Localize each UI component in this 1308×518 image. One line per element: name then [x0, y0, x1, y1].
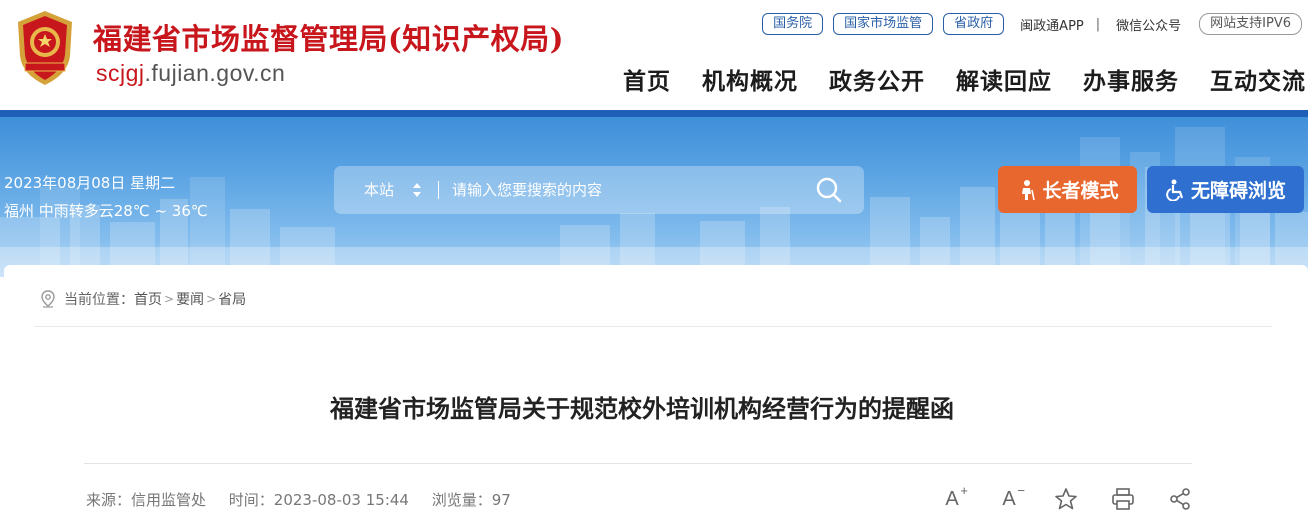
location-pin-icon — [41, 290, 55, 308]
date-weather: 2023年08月08日 星期二 福州 中雨转多云28℃ ~ 36℃ — [4, 169, 208, 225]
ipv6-badge: 网站支持IPV6 — [1199, 13, 1302, 35]
nav-interpretation[interactable]: 解读回应 — [956, 62, 1052, 96]
search-icon[interactable] — [814, 175, 844, 205]
domain-prefix: scjgj — [96, 60, 145, 86]
weather-info: 福州 中雨转多云28℃ ~ 36℃ — [4, 202, 208, 220]
star-icon — [1055, 488, 1077, 510]
government-emblem-icon[interactable] — [10, 8, 80, 88]
article-views: 浏览量：97 — [431, 491, 511, 509]
font-decrease-button[interactable]: A − — [997, 483, 1025, 511]
breadcrumb-provincial[interactable]: 省局 — [218, 289, 246, 309]
breadcrumb-home[interactable]: 首页 — [134, 289, 162, 309]
nav-about[interactable]: 机构概况 — [702, 62, 798, 96]
nav-home[interactable]: 首页 — [623, 62, 671, 96]
font-increase-button[interactable]: A + — [940, 483, 968, 511]
link-state-council[interactable]: 国务院 — [762, 13, 824, 35]
title-divider — [84, 463, 1192, 464]
nav-interaction[interactable]: 互动交流 — [1210, 62, 1306, 96]
site-domain: scjgj.fujian.gov.cn — [96, 60, 285, 87]
breadcrumb-separator: > — [206, 292, 217, 306]
link-provincial-gov[interactable]: 省政府 — [943, 13, 1005, 35]
accessibility-button[interactable]: 无障碍浏览 — [1147, 166, 1304, 213]
font-decrease-icon: A — [1002, 487, 1016, 510]
nav-disclosure[interactable]: 政务公开 — [829, 62, 925, 96]
banner: 2023年08月08日 星期二 福州 中雨转多云28℃ ~ 36℃ 本站 长者模… — [0, 117, 1308, 277]
elder-mode-label: 长者模式 — [1042, 180, 1119, 202]
search-bar: 本站 — [334, 166, 864, 214]
elder-mode-button[interactable]: 长者模式 — [998, 166, 1137, 213]
font-increase-sup: + — [960, 483, 968, 498]
main-nav: 首页 机构概况 政务公开 解读回应 办事服务 互动交流 — [592, 62, 1306, 96]
toplinks-separator: | — [1095, 16, 1101, 32]
article-time: 时间：2023-08-03 15:44 — [228, 491, 409, 509]
accessibility-label: 无障碍浏览 — [1190, 180, 1286, 202]
favorite-button[interactable] — [1054, 487, 1078, 511]
wheelchair-icon — [1166, 179, 1184, 201]
article-title: 福建省市场监管局关于规范校外培训机构经营行为的提醒函 — [330, 395, 954, 423]
print-button[interactable] — [1111, 487, 1135, 511]
link-wechat[interactable]: 微信公众号 — [1116, 15, 1181, 34]
header-divider-bar — [0, 110, 1308, 117]
site-header: 福建省市场监督管理局(知识产权局) scjgj.fujian.gov.cn 国务… — [0, 0, 1308, 110]
article-meta: 来源：信用监管处 时间：2023-08-03 15:44 浏览量：97 — [86, 489, 529, 510]
share-icon — [1170, 488, 1190, 510]
site-title[interactable]: 福建省市场监督管理局(知识产权局) — [93, 16, 564, 58]
search-divider — [438, 181, 439, 199]
search-input[interactable] — [452, 175, 812, 205]
article-panel: 当前位置： 首页 > 要闻 > 省局 福建省市场监管局关于规范校外培训机构经营行… — [4, 265, 1308, 518]
article-source: 来源：信用监管处 — [86, 491, 207, 509]
font-decrease-sup: − — [1017, 483, 1025, 498]
elder-person-icon — [1022, 179, 1036, 200]
printer-icon — [1112, 488, 1134, 510]
nav-services[interactable]: 办事服务 — [1083, 62, 1179, 96]
article-tools: A + A − — [940, 483, 1225, 511]
select-arrows-icon[interactable] — [412, 182, 422, 198]
breadcrumb-news[interactable]: 要闻 — [176, 289, 204, 309]
top-links: 国务院 国家市场监管 省政府 闽政通APP | 微信公众号 网站支持IPV6 — [752, 13, 1302, 35]
share-button[interactable] — [1168, 487, 1192, 511]
link-samr[interactable]: 国家市场监管 — [833, 13, 934, 35]
domain-suffix: .fujian.gov.cn — [144, 60, 286, 86]
current-date: 2023年08月08日 星期二 — [4, 174, 176, 192]
breadcrumb: 当前位置： 首页 > 要闻 > 省局 — [40, 289, 246, 309]
breadcrumb-divider — [34, 326, 1272, 327]
link-mzt-app[interactable]: 闽政通APP — [1020, 15, 1084, 34]
breadcrumb-label: 当前位置： — [64, 292, 134, 308]
breadcrumb-separator: > — [164, 292, 175, 306]
search-scope-select[interactable]: 本站 — [364, 166, 394, 214]
font-increase-icon: A — [945, 487, 959, 510]
